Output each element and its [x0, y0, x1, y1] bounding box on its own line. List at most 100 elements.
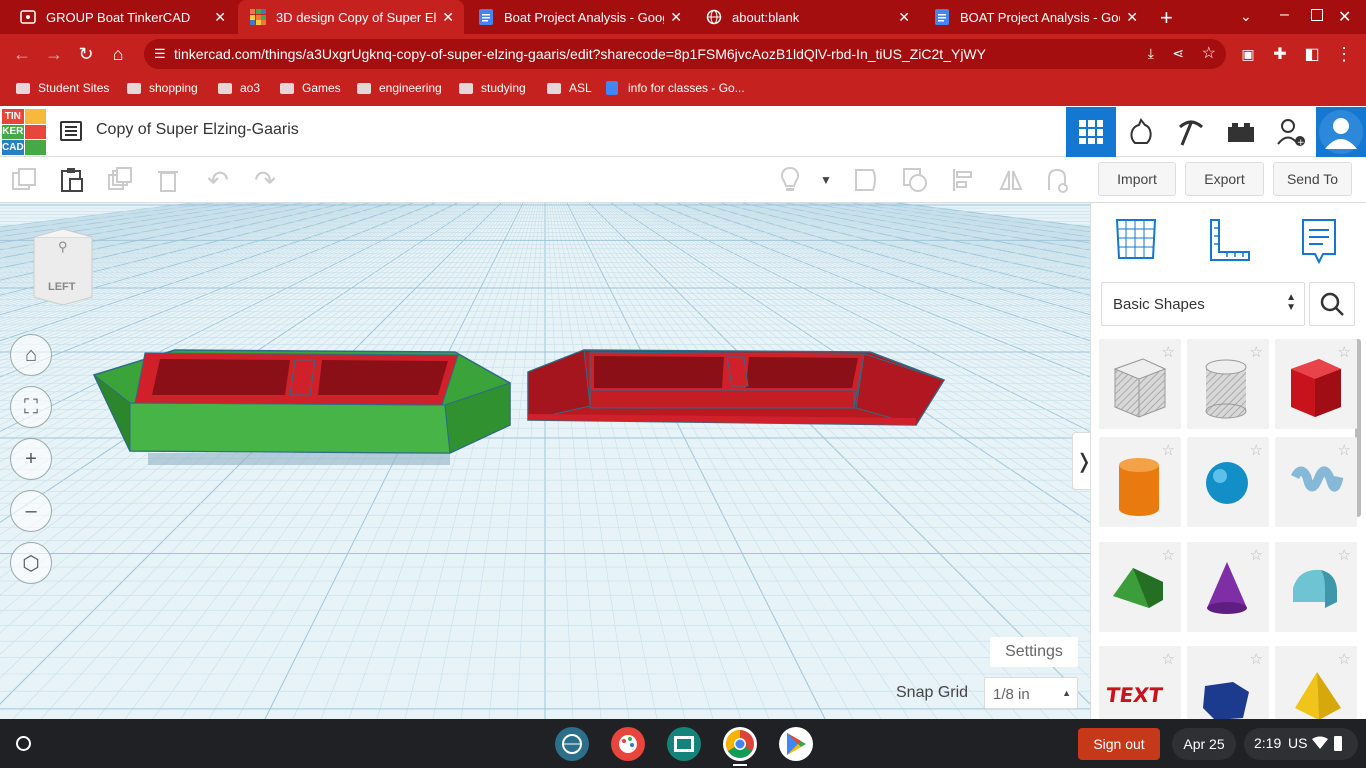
play-store-icon[interactable] — [779, 727, 813, 761]
favorite-star-icon[interactable]: ☆ — [1338, 343, 1351, 361]
bookmark-ao3[interactable]: ao3 — [218, 81, 260, 95]
3d-view-icon[interactable] — [1066, 107, 1116, 157]
close-icon[interactable]: ✕ — [442, 9, 454, 26]
shape-text[interactable]: ☆ TEXT — [1099, 646, 1181, 719]
settings-button[interactable]: Settings — [990, 637, 1078, 667]
app-icon-classroom[interactable] — [667, 727, 701, 761]
new-tab-icon[interactable]: + — [1160, 5, 1173, 31]
install-icon[interactable]: ⤓ — [1148, 45, 1154, 62]
shape-scribble[interactable]: ☆ — [1275, 437, 1357, 527]
ungroup-icon[interactable] — [901, 166, 929, 194]
bookmark-student-sites[interactable]: Student Sites — [16, 81, 109, 95]
shape-roof[interactable]: ☆ — [1099, 542, 1181, 632]
tab-boat-project[interactable]: BOAT Project Analysis - Goog ✕ — [922, 0, 1148, 34]
tab-search-icon[interactable]: ⌄ — [1240, 8, 1252, 25]
paste-icon[interactable] — [57, 166, 85, 194]
favorite-star-icon[interactable]: ☆ — [1250, 650, 1263, 668]
shape-sphere[interactable]: ☆ — [1187, 437, 1269, 527]
favorite-star-icon[interactable]: ☆ — [1338, 650, 1351, 668]
bookmark-engineering[interactable]: engineering — [357, 81, 442, 95]
launcher-icon[interactable] — [16, 736, 31, 751]
close-window-icon[interactable]: ✕ — [1338, 7, 1351, 27]
share-icon[interactable]: ⋖ — [1172, 45, 1184, 62]
green-boat-model[interactable] — [90, 343, 530, 483]
pickaxe-icon[interactable] — [1166, 107, 1216, 157]
copy-icon[interactable] — [10, 166, 38, 194]
notes-icon[interactable] — [1301, 218, 1337, 269]
undo-icon[interactable]: ↶ — [204, 165, 232, 195]
chevron-down-icon[interactable]: ▼ — [812, 166, 840, 194]
app-icon-globe[interactable] — [555, 727, 589, 761]
bookmark-info-for-classes[interactable]: info for classes - Go... — [606, 81, 745, 95]
tab-group-boat[interactable]: GROUP Boat TinkerCAD ✕ — [8, 0, 236, 34]
menu-dots-icon[interactable]: ⋮ — [1332, 42, 1356, 66]
puzzle-icon[interactable]: ✚ — [1268, 42, 1292, 66]
grid-icon[interactable] — [1115, 218, 1157, 265]
tab-boat-analysis[interactable]: Boat Project Analysis - Google ✕ — [466, 0, 692, 34]
group-icon[interactable] — [852, 166, 880, 194]
send-to-button[interactable]: Send To — [1273, 162, 1352, 196]
codeblocks-icon[interactable] — [1116, 107, 1166, 157]
favorite-star-icon[interactable]: ☆ — [1162, 343, 1175, 361]
perspective-icon[interactable]: ⬡ — [10, 542, 52, 584]
back-icon[interactable]: ← — [10, 42, 34, 66]
avatar[interactable] — [1316, 107, 1366, 157]
omnibox[interactable]: ☰ tinkercad.com/things/a3UxgrUgknq-copy-… — [144, 39, 1226, 69]
bookmark-studying[interactable]: studying — [459, 81, 526, 95]
close-icon[interactable]: ✕ — [898, 9, 910, 26]
align-icon[interactable] — [950, 166, 978, 194]
home-icon[interactable]: ⌂ — [106, 42, 130, 66]
design-title[interactable]: Copy of Super Elzing-Gaaris — [96, 121, 299, 139]
cruise-icon[interactable] — [1043, 166, 1071, 194]
favorite-star-icon[interactable]: ☆ — [1338, 546, 1351, 564]
side-panel-icon[interactable]: ◧ — [1300, 42, 1324, 66]
fit-view-icon[interactable]: ⛶ — [10, 386, 52, 428]
import-button[interactable]: Import — [1098, 162, 1176, 196]
redo-icon[interactable]: ↷ — [251, 165, 279, 195]
shape-box-striped[interactable]: ☆ — [1099, 339, 1181, 429]
app-icon-palette[interactable] — [611, 727, 645, 761]
shape-box[interactable]: ☆ — [1275, 339, 1357, 429]
date-pill[interactable]: Apr 25 — [1172, 728, 1236, 760]
shape-cylinder[interactable]: ☆ — [1099, 437, 1181, 527]
add-user-icon[interactable]: + — [1266, 107, 1316, 157]
favorite-star-icon[interactable]: ☆ — [1250, 343, 1263, 361]
favorite-star-icon[interactable]: ☆ — [1250, 441, 1263, 459]
shape-cone[interactable]: ☆ — [1187, 542, 1269, 632]
favorite-star-icon[interactable]: ☆ — [1338, 441, 1351, 459]
view-cube[interactable]: ⚲ LEFT — [30, 228, 96, 307]
shape-round-roof[interactable]: ☆ — [1275, 542, 1357, 632]
tinkercad-logo[interactable]: TIN KER CAD — [2, 109, 46, 155]
shapes-category-select[interactable]: Basic Shapes ▲ ▼ — [1101, 282, 1305, 326]
home-view-icon[interactable]: ⌂ — [10, 334, 52, 376]
design-list-icon[interactable] — [60, 121, 82, 141]
favorite-star-icon[interactable]: ☆ — [1250, 546, 1263, 564]
forward-icon[interactable]: → — [42, 42, 66, 66]
reload-icon[interactable]: ↻ — [74, 42, 98, 66]
lightbulb-icon[interactable] — [776, 166, 804, 194]
bookmark-asl[interactable]: ASL — [547, 81, 592, 95]
snap-grid-select[interactable]: 1/8 in ▲ — [984, 677, 1078, 709]
bookmark-games[interactable]: Games — [280, 81, 341, 95]
extension-icon[interactable]: ▣ — [1236, 42, 1260, 66]
zoom-in-icon[interactable]: + — [10, 438, 52, 480]
close-icon[interactable]: ✕ — [214, 9, 226, 26]
export-button[interactable]: Export — [1185, 162, 1264, 196]
sign-out-button[interactable]: Sign out — [1078, 728, 1160, 760]
favorite-star-icon[interactable]: ☆ — [1162, 650, 1175, 668]
red-boat-model[interactable] — [524, 348, 954, 438]
shape-cylinder-striped[interactable]: ☆ — [1187, 339, 1269, 429]
site-info-icon[interactable]: ☰ — [154, 46, 166, 62]
favorite-star-icon[interactable]: ☆ — [1162, 441, 1175, 459]
restore-icon[interactable] — [1311, 9, 1323, 21]
bricks-icon[interactable] — [1216, 107, 1266, 157]
close-icon[interactable]: ✕ — [1126, 9, 1138, 26]
minimize-icon[interactable]: – — [1280, 6, 1289, 24]
delete-icon[interactable] — [154, 166, 182, 194]
bookmark-star-icon[interactable]: ☆ — [1202, 43, 1216, 63]
shape-polygon[interactable]: ☆ — [1187, 646, 1269, 719]
tab-3d-design[interactable]: 3D design Copy of Super Elzing ✕ — [238, 0, 464, 34]
ruler-icon[interactable] — [1207, 218, 1251, 267]
bookmark-shopping[interactable]: shopping — [127, 81, 198, 95]
workplane[interactable]: ⚲ LEFT ⌂ ⛶ + – ⬡ Settings Snap Grid 1/8 … — [0, 203, 1090, 719]
